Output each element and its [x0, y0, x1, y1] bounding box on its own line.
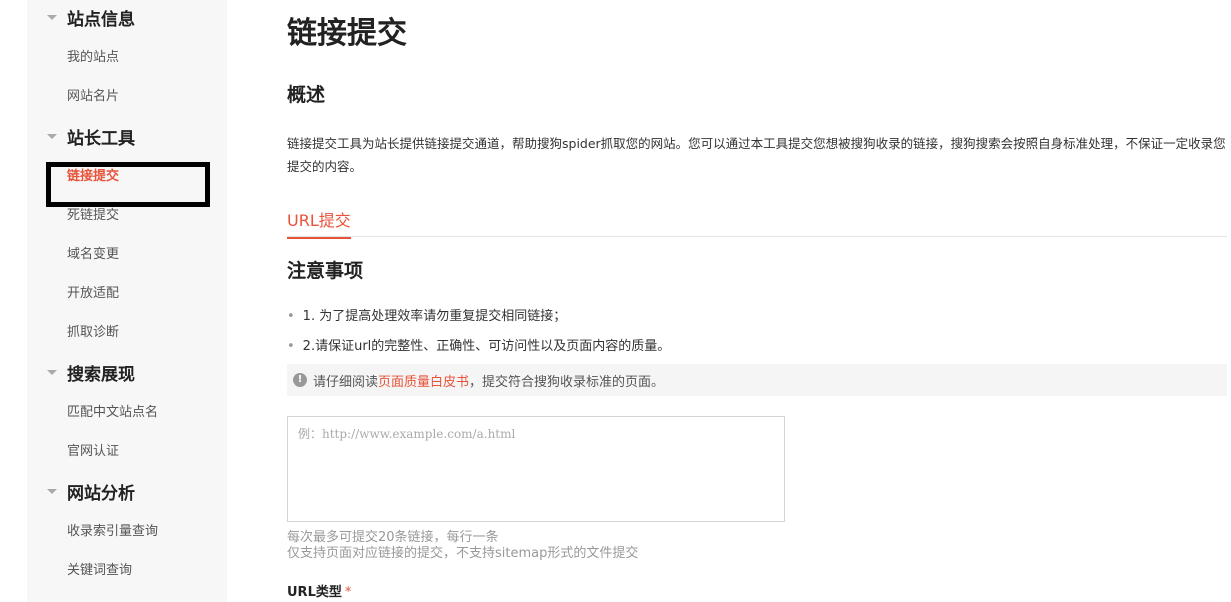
tip-suffix: ，提交符合搜狗收录标准的页面。: [469, 374, 665, 390]
tab-url-submit[interactable]: URL提交: [287, 207, 351, 239]
url-type-text: URL类型: [287, 585, 342, 600]
page-title: 链接提交: [287, 16, 407, 51]
exclamation-icon: !: [293, 373, 307, 387]
sidebar-group-label: 搜索展现: [67, 364, 135, 385]
tab-divider: [287, 236, 1227, 237]
sidebar-item-domain-change[interactable]: 域名变更: [67, 245, 119, 265]
sidebar-item-match-chinese-name[interactable]: 匹配中文站点名: [67, 403, 158, 423]
sidebar: 站点信息 我的站点 网站名片 站长工具 链接提交 死链提交 域名变更 开放适配 …: [27, 0, 227, 602]
sidebar-group-label: 站点信息: [67, 9, 135, 30]
required-mark: *: [344, 585, 352, 600]
tip-banner: ! 请仔细阅读 页面质量白皮书 ，提交符合搜狗收录标准的页面。: [287, 364, 1227, 396]
sidebar-item-site-card[interactable]: 网站名片: [67, 87, 119, 107]
notes-heading: 注意事项: [287, 260, 364, 282]
url-type-label: URL类型 *: [287, 581, 351, 600]
sidebar-item-official-certification[interactable]: 官网认证: [67, 442, 119, 462]
sidebar-item-my-sites[interactable]: 我的站点: [67, 48, 119, 68]
note-item: • 2.请保证url的完整性、正确性、可访问性以及页面内容的质量。: [287, 335, 670, 354]
sidebar-item-open-adapt[interactable]: 开放适配: [67, 284, 119, 304]
tip-prefix: 请仔细阅读: [313, 374, 379, 390]
overview-heading: 概述: [287, 84, 326, 106]
chevron-down-icon: [47, 369, 57, 375]
note-text: 1. 为了提高处理效率请勿重复提交相同链接；: [302, 309, 567, 324]
sidebar-group-webmaster-tools[interactable]: 站长工具: [27, 124, 227, 149]
sidebar-item-keyword-query[interactable]: 关键词查询: [67, 561, 132, 581]
sidebar-item-dead-link-submit[interactable]: 死链提交: [67, 206, 119, 226]
sidebar-item-index-query[interactable]: 收录索引量查询: [67, 522, 158, 542]
sidebar-item-crawl-diagnosis[interactable]: 抓取诊断: [67, 323, 119, 343]
active-item-highlight-box: [46, 162, 210, 207]
chevron-down-icon: [47, 14, 57, 20]
url-input[interactable]: [287, 416, 785, 522]
hint-text: 仅支持页面对应链接的提交，不支持sitemap形式的文件提交: [287, 546, 639, 561]
overview-text: 链接提交工具为站长提供链接提交通道，帮助搜狗spider抓取您的网站。您可以通过…: [287, 136, 1226, 174]
sidebar-group-label: 站长工具: [67, 128, 135, 149]
sidebar-group-site-analysis[interactable]: 网站分析: [27, 479, 227, 504]
chevron-down-icon: [47, 133, 57, 139]
note-item: • 1. 为了提高处理效率请勿重复提交相同链接；: [287, 305, 566, 324]
main-content: 链接提交 概述 链接提交工具为站长提供链接提交通道，帮助搜狗spider抓取您的…: [287, 0, 1231, 602]
sidebar-group-label: 网站分析: [67, 483, 135, 504]
note-text: 2.请保证url的完整性、正确性、可访问性以及页面内容的质量。: [302, 339, 671, 354]
chevron-down-icon: [47, 488, 57, 494]
quality-whitepaper-link[interactable]: 页面质量白皮书: [378, 371, 469, 390]
bullet-icon: •: [287, 339, 295, 354]
sidebar-group-search-display[interactable]: 搜索展现: [27, 360, 227, 385]
bullet-icon: •: [287, 309, 295, 324]
sidebar-group-site-info[interactable]: 站点信息: [27, 5, 227, 30]
